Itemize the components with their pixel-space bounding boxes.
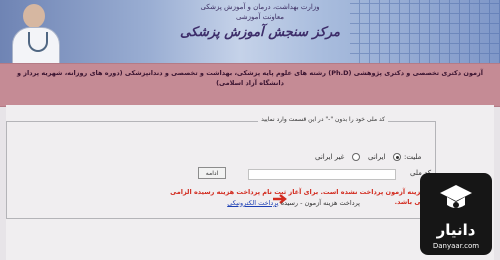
banner-grid-pattern	[350, 0, 500, 63]
center-title: مرکز سنجش آموزش پزشکی	[180, 25, 340, 40]
graduation-cap-icon	[440, 185, 472, 208]
exam-heading-band: آزمون دکتری تخصصی و دکتری پژوهشی (Ph.D) …	[0, 63, 500, 107]
radio-iranian-label: ایرانی	[368, 153, 386, 161]
continue-button[interactable]: ادامه	[198, 167, 226, 179]
watermark-site: Danyaar.com	[432, 242, 480, 250]
doctor-illustration	[8, 0, 63, 63]
watermark-name: دانیار	[436, 221, 476, 239]
radio-iranian[interactable]	[393, 153, 401, 161]
electronic-payment-link[interactable]: پرداخت الکترونیکی	[227, 199, 278, 207]
payment-link-line: پرداخت هزینه آزمون - رسیده پرداخت الکترو…	[180, 199, 360, 207]
doctor-head	[23, 4, 45, 28]
banner-text: وزارت بهداشت، درمان و آموزش پزشکی معاونت…	[160, 2, 360, 43]
nationality-label: ملیت:	[404, 153, 422, 161]
radio-non-iranian-label: غیر ایرانی	[315, 153, 345, 161]
radio-non-iranian[interactable]	[352, 153, 360, 161]
stethoscope-icon	[28, 32, 48, 52]
header-banner: وزارت بهداشت، درمان و آموزش پزشکی معاونت…	[0, 0, 500, 63]
ministry-name: وزارت بهداشت، درمان و آموزش پزشکی	[200, 3, 320, 11]
exam-heading: آزمون دکتری تخصصی و دکتری پژوهشی (Ph.D) …	[16, 69, 484, 87]
fieldset-legend: کد ملی خود را بدون "-" در این قسمت وارد …	[258, 116, 388, 123]
deputy-name: معاونت آموزشی	[235, 13, 285, 21]
danyaar-watermark: دانیار Danyaar.com	[420, 173, 492, 255]
payment-prefix: پرداخت هزینه آزمون - رسیده	[280, 199, 360, 207]
national-code-input[interactable]	[248, 169, 396, 180]
